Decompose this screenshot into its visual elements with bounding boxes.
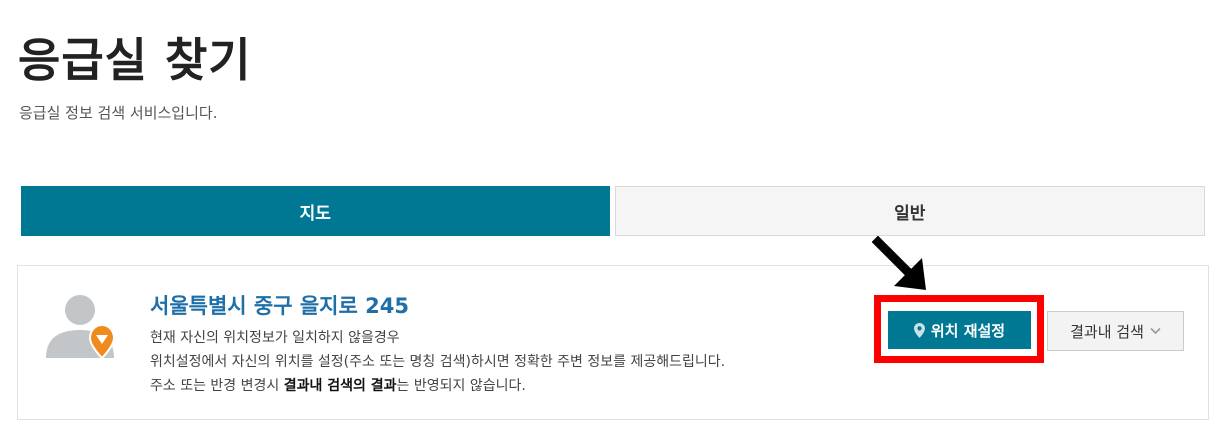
search-in-results-button[interactable]: 결과내 검색 [1047, 311, 1184, 351]
arrow-pointer-icon [872, 236, 926, 290]
tab-map[interactable]: 지도 [21, 186, 610, 236]
current-address: 서울특별시 중구 을지로 245 [150, 294, 409, 318]
page-subtitle: 응급실 정보 검색 서비스입니다. [19, 104, 218, 122]
note-line-3: 주소 또는 반경 변경시 결과내 검색의 결과는 반영되지 않습니다. [150, 374, 725, 398]
map-pin-icon [913, 322, 925, 338]
user-avatar-icon [46, 295, 116, 360]
chevron-down-icon [1150, 327, 1161, 335]
search-in-results-label: 결과내 검색 [1070, 322, 1144, 341]
search-mode-tabs: 지도 일반 [21, 186, 1205, 236]
tab-general[interactable]: 일반 [614, 186, 1205, 236]
note-line-2: 위치설정에서 자신의 위치를 설정(주소 또는 명칭 검색)하시면 정확한 주변… [150, 354, 726, 370]
note-line-3-prefix: 주소 또는 반경 변경시 [150, 378, 284, 394]
reset-location-button[interactable]: 위치 재설정 [888, 311, 1031, 349]
page-title: 응급실 찾기 [18, 33, 252, 87]
note-line-1: 현재 자신의 위치정보가 일치하지 않을경우 [150, 330, 400, 346]
note-line-3-suffix: 는 반영되지 않습니다. [396, 378, 526, 394]
note-line-3-bold: 결과내 검색의 결과 [283, 378, 397, 394]
reset-location-label: 위치 재설정 [930, 321, 1006, 340]
location-notes: 현재 자신의 위치정보가 일치하지 않을경우 위치설정에서 자신의 위치를 설정… [150, 326, 725, 398]
